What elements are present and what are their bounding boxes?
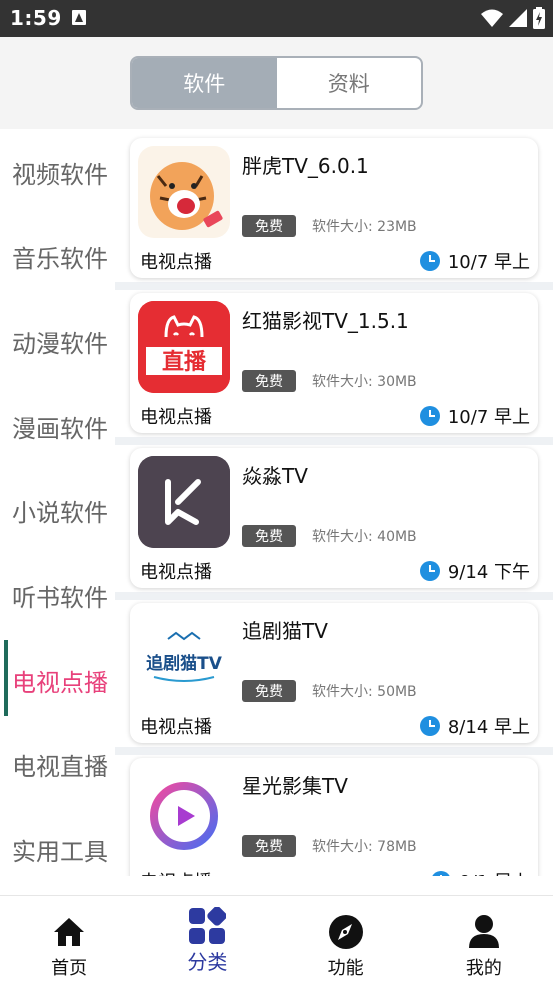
app-size: 软件大小: 23MB — [312, 219, 417, 235]
app-category: 电视点播 — [140, 717, 212, 738]
segmented-control: 软件 资料 — [130, 56, 423, 110]
battery-icon — [533, 7, 545, 29]
bottom-nav: 首页 分类 功能 我的 — [0, 895, 553, 984]
tab-software[interactable]: 软件 — [132, 58, 277, 108]
sidebar-item-label: 小说软件 — [12, 498, 108, 527]
app-category: 电视点播 — [140, 868, 212, 876]
sidebar-item-label: 动漫软件 — [12, 329, 108, 358]
app-size: 软件大小: 78MB — [312, 839, 417, 855]
status-icons — [481, 7, 545, 29]
app-category: 电视点播 — [140, 562, 212, 583]
app-size: 软件大小: 30MB — [312, 374, 417, 390]
clock-icon — [419, 716, 440, 736]
sim-card-icon — [72, 10, 86, 25]
red-cat-live-icon: 直播 — [138, 301, 230, 393]
app-name: 焱淼TV — [242, 464, 308, 488]
app-card[interactable]: 胖虎TV_6.0.1 免费 软件大小: 23MB 电视点播 10/7 早上 — [130, 138, 538, 278]
sidebar-item-comics[interactable]: 漫画软件 — [0, 386, 120, 466]
app-card[interactable]: 焱淼TV 免费 软件大小: 40MB 电视点播 9/14 下午 — [130, 448, 538, 588]
sidebar-item-label: 视频软件 — [12, 160, 108, 189]
tiger-icon — [138, 146, 230, 238]
sidebar-item-novels[interactable]: 小说软件 — [0, 470, 120, 550]
clock-icon — [419, 251, 440, 271]
free-badge: 免费 — [242, 680, 296, 702]
app-card[interactable]: 直播 红猫影视TV_1.5.1 免费 软件大小: 30MB 电视点播 10/7 … — [130, 293, 538, 433]
category-sidebar: 视频软件 音乐软件 动漫软件 漫画软件 小说软件 听书软件 电视点播 电视直播 … — [0, 129, 120, 895]
divider — [115, 437, 553, 445]
app-card[interactable]: 星光影集TV 免费 软件大小: 78MB 电视点播 9/1 早上 — [130, 758, 538, 876]
sidebar-item-tools[interactable]: 实用工具 — [0, 809, 120, 889]
sidebar-item-audiobooks[interactable]: 听书软件 — [0, 555, 120, 635]
app-category: 电视点播 — [140, 252, 212, 273]
clock-icon — [419, 561, 440, 581]
play-circle-icon — [138, 766, 230, 858]
free-badge: 免费 — [242, 835, 296, 857]
nav-functions[interactable]: 功能 — [277, 896, 415, 984]
nav-label: 分类 — [187, 950, 228, 974]
zhuijumao-logo-icon: 追剧猫TV — [138, 611, 230, 703]
app-name: 星光影集TV — [242, 774, 348, 798]
divider — [115, 747, 553, 755]
icon-text: 直播 — [162, 349, 207, 375]
sidebar-item-label: 漫画软件 — [12, 414, 108, 443]
sidebar-item-anime[interactable]: 动漫软件 — [0, 301, 120, 381]
wifi-icon — [481, 9, 503, 27]
nav-label: 功能 — [327, 958, 364, 979]
sidebar-item-label: 听书软件 — [12, 583, 108, 612]
signal-icon — [509, 9, 527, 27]
app-date: 9/1 早上 — [431, 868, 530, 876]
sidebar-item-label: 电视直播 — [12, 752, 108, 781]
app-date: 9/14 下午 — [419, 558, 530, 584]
app-date: 10/7 早上 — [419, 403, 530, 429]
sidebar-item-music[interactable]: 音乐软件 — [0, 216, 120, 296]
grid-icon — [187, 906, 227, 946]
compass-icon — [326, 912, 366, 952]
icon-text: 追剧猫TV — [146, 653, 223, 674]
nav-mine[interactable]: 我的 — [415, 896, 553, 984]
app-date: 10/7 早上 — [419, 248, 530, 274]
active-indicator — [4, 640, 8, 716]
app-list[interactable]: 胖虎TV_6.0.1 免费 软件大小: 23MB 电视点播 10/7 早上 直播… — [115, 129, 553, 876]
tab-materials[interactable]: 资料 — [277, 58, 422, 108]
nav-category[interactable]: 分类 — [138, 896, 276, 984]
nav-label: 我的 — [465, 958, 502, 979]
sidebar-item-label: 音乐软件 — [12, 244, 108, 273]
app-name: 追剧猫TV — [242, 619, 328, 643]
app-size: 软件大小: 50MB — [312, 684, 417, 700]
free-badge: 免费 — [242, 525, 296, 547]
app-name: 胖虎TV_6.0.1 — [242, 154, 369, 178]
sidebar-item-tv-vod[interactable]: 电视点播 — [0, 640, 120, 720]
sidebar-item-label: 实用工具 — [12, 837, 108, 866]
app-name: 红猫影视TV_1.5.1 — [242, 309, 409, 333]
app-card[interactable]: 追剧猫TV 追剧猫TV 免费 软件大小: 50MB 电视点播 8/14 早上 — [130, 603, 538, 743]
divider — [115, 282, 553, 290]
nav-label: 首页 — [51, 958, 88, 979]
app-category: 电视点播 — [140, 407, 212, 428]
clock-icon — [431, 871, 452, 876]
status-bar: 1:59 — [0, 0, 553, 37]
app-date: 8/14 早上 — [419, 713, 530, 739]
person-icon — [464, 912, 504, 952]
status-time: 1:59 — [10, 6, 62, 30]
sidebar-item-tv-live[interactable]: 电视直播 — [0, 724, 120, 804]
top-bar: 软件 资料 — [0, 37, 553, 129]
home-icon — [49, 912, 89, 952]
free-badge: 免费 — [242, 215, 296, 237]
clock-icon — [419, 406, 440, 426]
free-badge: 免费 — [242, 370, 296, 392]
divider — [115, 592, 553, 600]
app-size: 软件大小: 40MB — [312, 529, 417, 545]
sidebar-item-label: 电视点播 — [12, 668, 108, 697]
nav-home[interactable]: 首页 — [0, 896, 138, 984]
k-logo-icon — [138, 456, 230, 548]
sidebar-item-video[interactable]: 视频软件 — [0, 132, 120, 212]
